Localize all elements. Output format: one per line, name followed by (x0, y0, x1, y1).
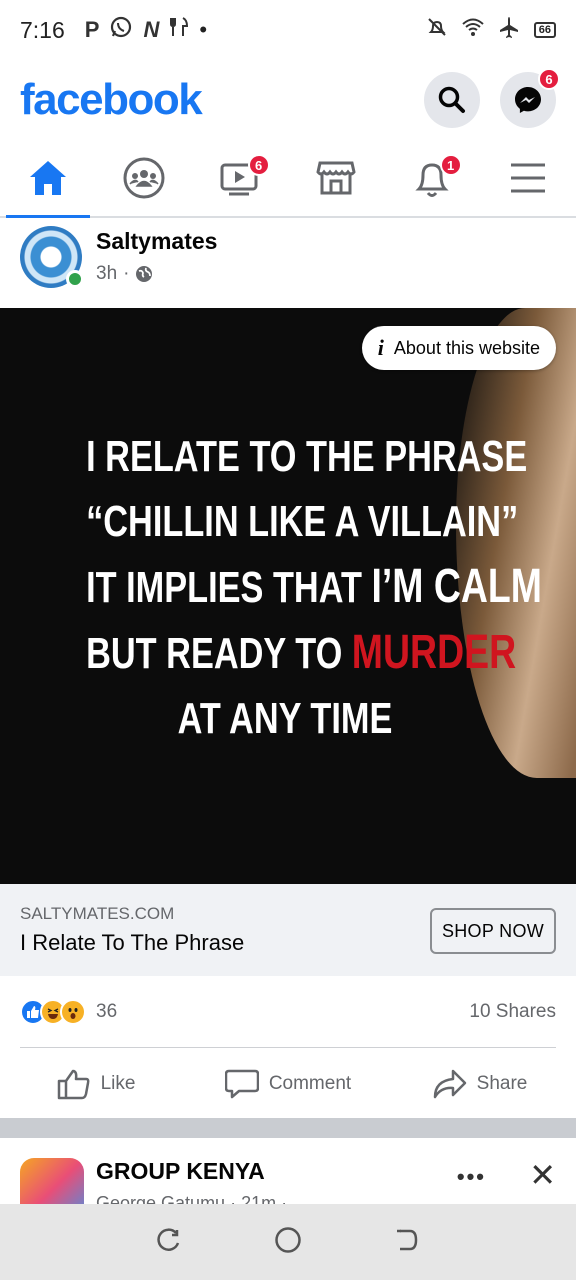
menu-icon (511, 163, 545, 193)
watch-badge: 6 (247, 154, 270, 176)
post-header: Saltymates 3h · (0, 220, 576, 308)
link-preview[interactable]: SALTYMATES.COM I Relate To The Phrase SH… (0, 884, 576, 976)
tab-menu[interactable] (480, 140, 576, 216)
tab-marketplace[interactable] (288, 140, 384, 216)
wow-reaction-icon (60, 998, 86, 1025)
about-website-label: About this website (393, 337, 540, 358)
whatsapp-icon (109, 15, 133, 45)
status-time: 7:16 (20, 16, 65, 43)
p-icon: P (84, 17, 100, 42)
messenger-icon (515, 87, 541, 113)
next-post-meta: George Gatumu · 21m · (96, 1193, 288, 1204)
post-author[interactable]: Saltymates (96, 228, 217, 255)
about-website-button[interactable]: i About this website (361, 326, 556, 370)
shop-now-button[interactable]: SHOP NOW (430, 908, 556, 954)
group-avatar[interactable] (20, 1158, 84, 1204)
tab-groups[interactable] (96, 140, 192, 216)
comment-button[interactable]: Comment (192, 1050, 384, 1118)
system-nav-bar (0, 1204, 576, 1280)
post-time: 3h (96, 263, 118, 284)
wifi-icon (462, 17, 484, 43)
search-button[interactable] (424, 72, 480, 128)
marketplace-icon (316, 161, 356, 195)
more-options-icon[interactable]: ••• (457, 1164, 486, 1190)
airplane-icon (498, 16, 520, 44)
meta-separator: · (123, 263, 130, 284)
like-label: Like (100, 1073, 136, 1094)
close-icon[interactable]: ✕ (529, 1156, 556, 1194)
share-count[interactable]: 10 Shares (469, 1001, 556, 1023)
messenger-badge: 6 (538, 68, 560, 90)
mute-icon (426, 16, 448, 44)
shirt-line-3a: IT IMPLIES THAT (86, 563, 372, 612)
home-circle-icon (275, 1226, 301, 1253)
thumbs-up-icon (57, 1069, 90, 1100)
app-header: facebook 6 (0, 60, 576, 140)
dot-icon: • (199, 17, 208, 42)
tab-home[interactable] (0, 140, 96, 218)
reactions-summary[interactable]: 36 10 Shares (20, 976, 556, 1048)
reaction-count: 36 (96, 1000, 118, 1022)
battery-icon: 66 (533, 22, 556, 38)
back-icon (397, 1229, 418, 1250)
share-label: Share (476, 1073, 528, 1094)
feed-divider (0, 1118, 576, 1138)
group-name[interactable]: GROUP KENYA (96, 1158, 287, 1185)
back-button[interactable] (394, 1227, 420, 1258)
share-icon (433, 1069, 466, 1099)
next-post-header: GROUP KENYA George Gatumu · 21m · ••• ✕ (0, 1138, 576, 1204)
share-button[interactable]: Share (384, 1050, 576, 1118)
like-button[interactable]: Like (0, 1050, 192, 1118)
notifications-badge: 1 (439, 154, 462, 176)
messenger-button[interactable]: 6 (500, 68, 560, 128)
online-indicator (66, 270, 84, 288)
shirt-line-4: BUT READY TO MURDER (86, 620, 516, 686)
tab-bar: 6 1 (0, 140, 576, 218)
globe-icon (136, 266, 153, 282)
shirt-line-3b: I’M CALM (371, 560, 542, 613)
post-meta: 3h · (96, 263, 217, 285)
recents-button[interactable] (156, 1227, 182, 1258)
comment-label: Comment (268, 1073, 352, 1094)
tab-notifications[interactable]: 1 (384, 140, 480, 216)
n-icon: N (143, 17, 160, 42)
shirt-line-1: I RELATE TO THE PHRASE (86, 432, 528, 481)
shirt-line-5: AT ANY TIME (177, 694, 393, 743)
ad-image[interactable]: i About this website I RELATE TO THE PHR… (0, 308, 576, 884)
home-nav-button[interactable] (274, 1226, 302, 1259)
status-bar: 7:16 P N • 66 (0, 0, 576, 60)
home-icon (30, 161, 66, 195)
groups-icon (123, 157, 165, 199)
restaurant-icon (169, 16, 189, 44)
shirt-line-3: IT IMPLIES THAT I’M CALM (86, 554, 542, 620)
info-icon: i (377, 335, 384, 360)
recents-icon (157, 1227, 180, 1251)
shirt-line-2: “CHILLIN LIKE A VILLAIN” (86, 497, 519, 546)
comment-icon (224, 1069, 259, 1099)
shirt-line-4b: MURDER (351, 626, 517, 679)
page-avatar[interactable] (20, 226, 84, 288)
facebook-logo[interactable]: facebook (20, 75, 203, 125)
search-icon (438, 86, 465, 113)
shirt-line-4a: BUT READY TO (86, 629, 352, 678)
post-actions: Like Comment Share (0, 1050, 576, 1118)
shirt-print: I RELATE TO THE PHRASE “CHILLIN LIKE A V… (86, 424, 542, 751)
tab-watch[interactable]: 6 (192, 140, 288, 216)
